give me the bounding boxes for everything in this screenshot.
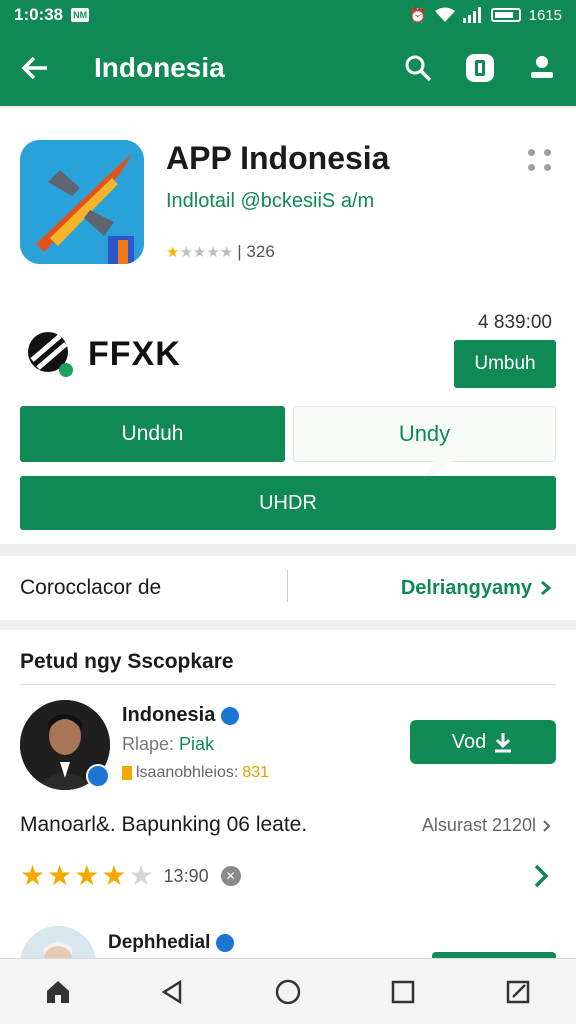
close-circle-icon[interactable]: ✕ [220, 866, 241, 886]
verified-icon [221, 706, 240, 725]
review-date[interactable]: Alsurast 2120l [422, 815, 552, 836]
reviewer-meta: lsaanobhleios: 831 [122, 764, 269, 782]
vote-button-label: Vod [451, 730, 487, 753]
battery-icon [490, 8, 521, 22]
chevron-right-icon[interactable] [530, 862, 554, 890]
star-icon: ★ [47, 860, 73, 891]
download-arrow-icon [495, 733, 512, 753]
battery-text: 1615 [528, 6, 562, 24]
vote-button[interactable]: Vod [410, 720, 556, 764]
person-icon [531, 56, 553, 78]
home-button[interactable] [28, 964, 88, 1020]
price-label: 4 839:00 [478, 312, 552, 333]
verified-badge-icon [86, 764, 110, 788]
dot-icon [528, 164, 535, 171]
home-circle-button[interactable] [258, 964, 318, 1020]
reviewer-subtitle: Rlape: Piak [122, 734, 214, 755]
app-rating: ★★★★★ | 326 [166, 242, 275, 262]
search-button[interactable] [398, 48, 438, 88]
divider [287, 570, 288, 602]
more-options-button[interactable] [524, 144, 556, 176]
section-title: Petud ngy Sscopkare [20, 650, 234, 673]
small-install-button[interactable]: Umbuh [454, 340, 556, 388]
wifi-icon [434, 7, 455, 22]
star-icon: ★ [206, 244, 220, 261]
edit-icon [507, 980, 530, 1003]
app-name: APP Indonesia [166, 140, 390, 176]
review-text: Manoarl&. Bapunking 06 leate. [20, 813, 308, 836]
search-icon [405, 55, 432, 82]
star-icon: ★ [192, 244, 207, 261]
brand-row: FFXK [26, 330, 181, 378]
reviewer-subtitle-prefix: Rlape: [122, 734, 175, 754]
review-stars: ★ ★ ★ ★ ★ 13:90 ✕ [20, 862, 241, 890]
app-bar-actions [398, 48, 576, 88]
star-icon: ★ [128, 860, 154, 891]
alarm-icon: ⏰ [409, 6, 427, 23]
review-date-label: Alsurast 2120l [421, 815, 536, 835]
circle-icon [275, 979, 301, 1004]
square-icon [391, 980, 415, 1003]
app-box-icon [466, 54, 494, 82]
brand-logo-icon [28, 332, 73, 377]
review-count: 13:90 [163, 865, 209, 886]
back-nav-button[interactable] [143, 964, 203, 1020]
app-bar: Indonesia [0, 30, 576, 106]
reviewer-name[interactable]: Dephhedial [108, 932, 235, 954]
status-bar: 1:0:38 NM ⏰ 1615 [0, 0, 576, 30]
profile-button[interactable] [522, 48, 562, 88]
wide-action-button[interactable]: UHDR [20, 476, 556, 530]
divider [20, 684, 556, 685]
dot-icon [544, 164, 551, 171]
recents-button[interactable] [373, 964, 433, 1020]
download-button[interactable]: Unduh [20, 406, 285, 462]
reviewer-meta-highlight: 831 [242, 764, 269, 781]
edit-button[interactable] [488, 964, 548, 1020]
navigation-bar [0, 958, 576, 1024]
dot-icon [544, 149, 551, 156]
star-icon: ★ [20, 860, 46, 891]
star-icon: ★ [179, 244, 193, 261]
developer-link[interactable]: Indlotail @bckesiiS a/m [166, 190, 374, 213]
verified-icon [216, 934, 235, 952]
info-label: Corocclacor de [20, 576, 162, 599]
rocket-logo-icon [20, 140, 144, 264]
star-icon: ★ [219, 244, 234, 261]
app-icon [20, 140, 144, 264]
secondary-button[interactable]: Undy [293, 406, 556, 462]
star-icon: ★ [74, 860, 100, 891]
notification-icon: NM [71, 8, 90, 22]
brand-name: FFXK [88, 334, 181, 373]
app-header-card: APP Indonesia Indlotail @bckesiiS a/m ★★… [0, 108, 576, 544]
home-icon [46, 980, 69, 1003]
chevron-right-icon [541, 580, 552, 596]
info-row: Corocclacor de Delriangyamy [0, 556, 576, 620]
reviewer-meta-prefix: lsaanobhleios: [136, 764, 239, 781]
triangle-back-icon [161, 979, 182, 1004]
reviewer-name-label: Indonesia [122, 704, 216, 726]
status-time: 1:0:38 [14, 5, 64, 24]
reviewer-name[interactable]: Indonesia [122, 704, 240, 727]
info-link-label: Delriangyamy [400, 576, 532, 599]
rating-count: | 326 [237, 242, 275, 261]
star-icon: ★ [101, 860, 127, 891]
rating-stars: ★★★★★ [166, 242, 233, 262]
signal-icon [462, 7, 481, 23]
install-manager-button[interactable] [460, 48, 500, 88]
back-button[interactable] [0, 30, 70, 106]
reviews-card: Petud ngy Sscopkare Indonesia Rlape: Pia… [0, 630, 576, 1002]
reviewer-subtitle-highlight: Piak [179, 734, 215, 754]
star-icon: ★ [166, 244, 180, 261]
info-link[interactable]: Delriangyamy [401, 577, 552, 600]
dot-icon [528, 149, 535, 156]
status-icons: ⏰ 1615 [409, 7, 562, 24]
tag-icon [122, 766, 132, 780]
arrow-left-icon [21, 56, 47, 80]
page-title: Indonesia [94, 52, 225, 83]
reviewer-name-label: Dephhedial [108, 932, 211, 953]
chevron-right-icon [543, 819, 551, 832]
